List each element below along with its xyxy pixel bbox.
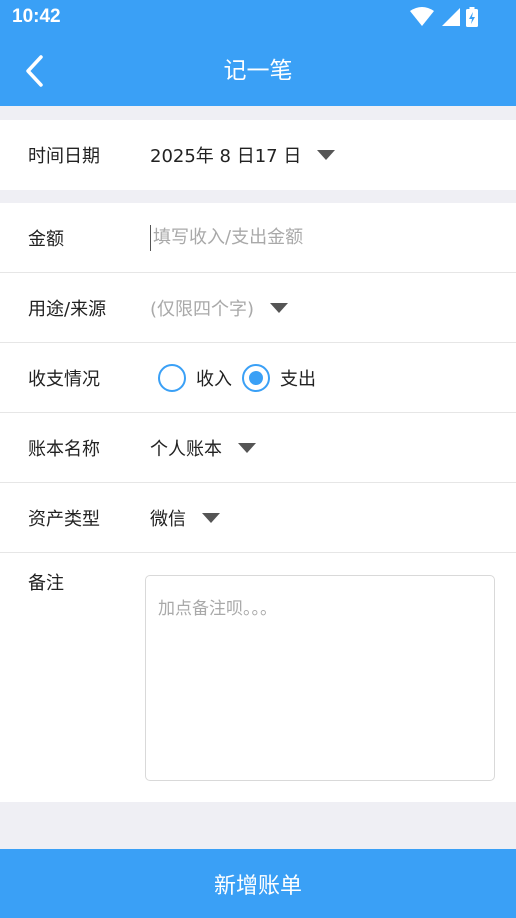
purpose-dropdown[interactable]: (仅限四个字)	[150, 295, 289, 321]
wifi-icon	[410, 7, 434, 26]
book-dropdown[interactable]: 个人账本	[150, 435, 256, 461]
radio-income[interactable]	[158, 363, 186, 392]
chevron-left-icon	[26, 55, 43, 87]
notes-textarea[interactable]	[145, 575, 495, 781]
status-bar: 10:42	[0, 0, 516, 36]
battery-icon	[466, 7, 478, 27]
caret-down-icon	[270, 302, 289, 313]
radio-selected-dot	[249, 370, 263, 385]
purpose-label: 用途/来源	[28, 298, 107, 320]
date-section: 时间日期 2025年 8 日17 日	[0, 120, 516, 190]
asset-row[interactable]: 资产类型 微信	[0, 483, 516, 553]
amount-row: 金额	[0, 203, 516, 273]
page-title: 记一笔	[223, 58, 293, 84]
add-bill-button[interactable]: 新增账单	[0, 849, 516, 918]
back-button[interactable]	[14, 51, 54, 91]
type-radio-group: 收入 支出	[158, 363, 326, 392]
caret-down-icon	[238, 442, 256, 453]
book-label: 账本名称	[28, 438, 100, 460]
amount-input[interactable]	[150, 224, 470, 251]
date-value: 2025年 8 日17 日	[150, 146, 302, 167]
type-row: 收支情况 收入 支出	[0, 343, 516, 413]
asset-label: 资产类型	[28, 508, 100, 530]
caret-down-icon	[202, 512, 220, 523]
status-time: 10:42	[12, 6, 61, 27]
asset-dropdown[interactable]: 微信	[150, 505, 220, 531]
radio-expense[interactable]	[242, 363, 270, 392]
book-value: 个人账本	[150, 438, 222, 460]
caret-down-icon	[317, 150, 336, 160]
date-label: 时间日期	[28, 146, 100, 167]
book-row[interactable]: 账本名称 个人账本	[0, 413, 516, 483]
type-label: 收支情况	[28, 368, 100, 390]
purpose-row[interactable]: 用途/来源 (仅限四个字)	[0, 273, 516, 343]
radio-expense-label[interactable]: 支出	[280, 365, 316, 391]
date-picker[interactable]: 2025年 8 日17 日	[150, 142, 336, 168]
app-bar: 记一笔	[0, 36, 516, 106]
radio-income-label[interactable]: 收入	[196, 365, 232, 391]
date-row[interactable]: 时间日期 2025年 8 日17 日	[0, 120, 516, 190]
form-section: 金额 用途/来源 (仅限四个字) 收支情况 收入 支出 账本名称 个人账本 资产…	[0, 203, 516, 802]
purpose-placeholder: (仅限四个字)	[150, 298, 255, 320]
asset-value: 微信	[150, 508, 186, 530]
notes-row: 备注	[0, 553, 516, 802]
status-icons	[410, 7, 478, 27]
notes-label: 备注	[28, 573, 64, 594]
amount-label: 金额	[28, 228, 64, 250]
signal-icon	[442, 8, 460, 26]
